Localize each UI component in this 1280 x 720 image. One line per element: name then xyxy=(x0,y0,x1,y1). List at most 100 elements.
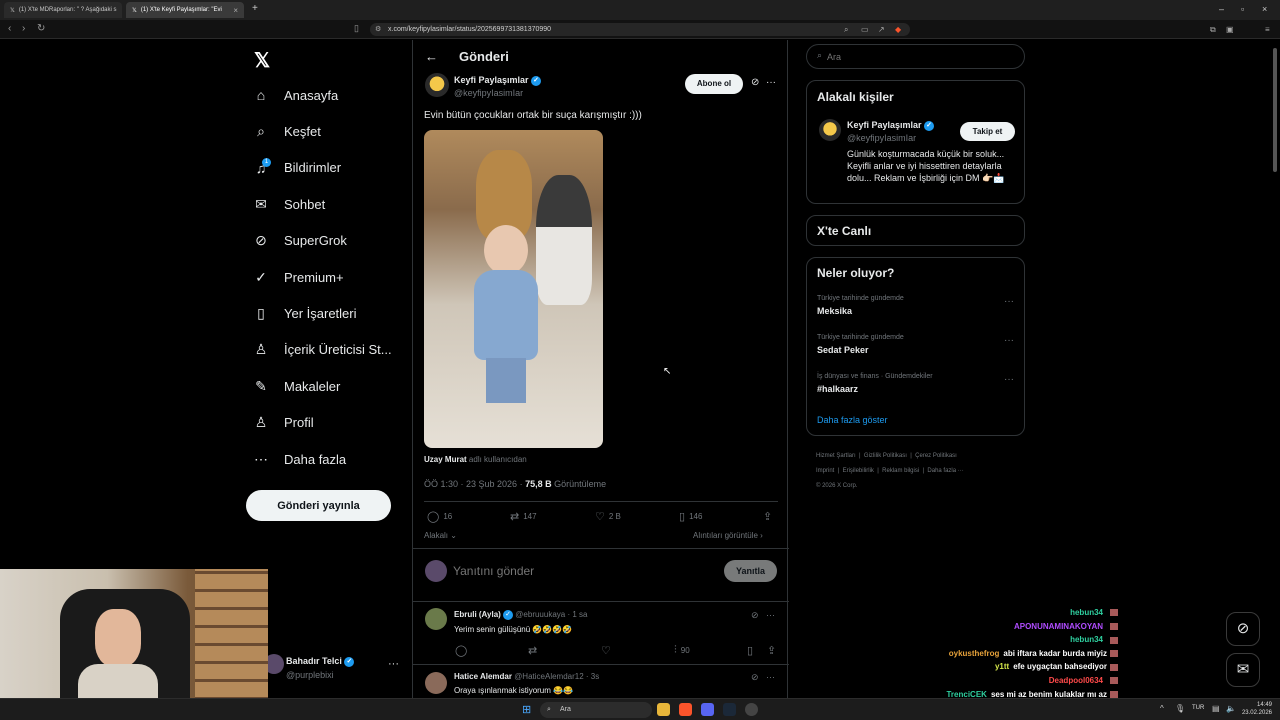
reload-icon[interactable]: ↻ xyxy=(37,23,45,34)
reply-button[interactable]: ◯ 16 xyxy=(427,510,452,523)
x-logo[interactable]: 𝕏 xyxy=(254,48,270,73)
sort-relevant[interactable]: Alakalı ⌄ xyxy=(424,531,457,540)
brave-shield-icon[interactable]: ◆ xyxy=(895,25,901,34)
close-icon[interactable]: × xyxy=(233,6,238,15)
account-switcher[interactable]: Bahadır Telci ✓ @purplebixi ··· xyxy=(264,652,404,682)
more-options-icon[interactable]: ··· xyxy=(766,77,776,88)
reply-avatar[interactable] xyxy=(425,608,447,630)
search-input[interactable] xyxy=(827,49,1007,64)
more-options-icon[interactable]: ··· xyxy=(766,610,775,620)
wallet-icon[interactable]: ▣ xyxy=(1226,25,1234,34)
sidebar-item-5[interactable]: ✓ Premium+ xyxy=(252,264,343,290)
browser-tab-active[interactable]: 𝕏 (1) X'te Keyfi Paylaşımlar: "Evi × xyxy=(126,2,244,18)
footer-link[interactable]: Erişilebilirlik xyxy=(843,468,874,474)
views-button[interactable]: ⫶ 90 xyxy=(674,644,690,657)
sidebar-item-1[interactable]: ⌕ Keşfet xyxy=(252,118,321,144)
more-options-icon[interactable]: ··· xyxy=(1004,296,1014,307)
reply-button[interactable]: ◯ xyxy=(455,644,467,657)
language-indicator[interactable]: TUR xyxy=(1192,705,1204,711)
brave-icon[interactable] xyxy=(679,703,692,716)
grok-fab[interactable]: ⊘ xyxy=(1226,612,1260,646)
show-more-link[interactable]: Daha fazla göster xyxy=(817,415,888,425)
like-button[interactable]: ♡ xyxy=(601,644,611,657)
trend-item[interactable]: İş dünyası ve finans · Gündemdekiler #ha… xyxy=(817,373,933,394)
footer-link[interactable]: Çerez Politikası xyxy=(915,453,957,459)
sidebar-item-3[interactable]: ✉ Sohbet xyxy=(252,191,325,217)
back-arrow-icon[interactable]: ← xyxy=(425,49,438,64)
trend-item[interactable]: Türkiye tarihinde gündemde Sedat Peker xyxy=(817,334,904,355)
page-scrollbar[interactable] xyxy=(1273,48,1277,172)
share-button[interactable]: ⇪ xyxy=(763,510,772,523)
follow-button[interactable]: Takip et xyxy=(960,122,1015,141)
footer-link[interactable]: Imprint xyxy=(816,468,834,474)
back-icon[interactable]: ‹ xyxy=(8,23,11,34)
taskbar-search[interactable]: ⌕ Ara xyxy=(540,702,652,718)
site-info-icon[interactable]: ⚙ xyxy=(375,23,381,36)
footer-link[interactable]: Gizlilik Politikası xyxy=(864,453,907,459)
related-name[interactable]: Keyfi Paylaşımlar ✓ xyxy=(847,120,935,131)
bookmark-button[interactable]: ▯ xyxy=(747,644,753,657)
footer-link[interactable]: Hizmet Şartları xyxy=(816,453,856,459)
footer-link[interactable]: Reklam bilgisi xyxy=(882,468,919,474)
reply-submit-button[interactable]: Yanıtla xyxy=(724,560,777,582)
more-options-icon[interactable]: ··· xyxy=(388,658,399,670)
volume-icon[interactable]: 🔈 xyxy=(1226,704,1236,713)
steam-icon[interactable] xyxy=(723,703,736,716)
sidebar-item-7[interactable]: ♙ İçerik Üreticisi St... xyxy=(252,337,392,363)
reply-author[interactable]: Hatice Alemdar xyxy=(454,672,512,681)
author-handle[interactable]: @keyfipyIasimIar xyxy=(454,88,523,98)
footer-link[interactable]: Daha fazla ··· xyxy=(927,468,963,474)
minimize-icon[interactable]: – xyxy=(1219,4,1224,14)
reply-avatar[interactable] xyxy=(425,672,447,694)
mic-icon[interactable]: 🎙 xyxy=(1175,704,1185,713)
search-box[interactable]: ⌕ xyxy=(806,44,1025,69)
related-handle[interactable]: @keyfipyIasimIar xyxy=(847,133,916,143)
subscribe-button[interactable]: Abone ol xyxy=(685,74,743,94)
more-options-icon[interactable]: ··· xyxy=(1004,374,1014,385)
sidebar-item-2[interactable]: ♫ 1 Bildirimler xyxy=(252,155,341,181)
messages-fab[interactable]: ✉ xyxy=(1226,653,1260,687)
discord-icon[interactable] xyxy=(701,703,714,716)
author-name[interactable]: Keyfi Paylaşımlar ✓ xyxy=(454,75,542,86)
screen-icon[interactable]: ▭ xyxy=(861,25,869,34)
more-options-icon[interactable]: ··· xyxy=(766,672,775,682)
grok-icon[interactable]: ⊘ xyxy=(751,610,759,621)
new-tab-button[interactable]: + xyxy=(252,3,258,14)
start-icon[interactable]: ⊞ xyxy=(522,703,531,716)
post-video[interactable] xyxy=(424,130,603,448)
reply-author[interactable]: Ebruli (Ayla) xyxy=(454,610,501,619)
clock[interactable]: 14:49 23.02.2026 xyxy=(1240,701,1272,717)
restore-icon[interactable]: ▫ xyxy=(1241,4,1244,14)
url-field[interactable]: ⚙ x.com/keyfipylasimlar/status/202569973… xyxy=(370,23,910,36)
media-credit-name[interactable]: Uzay Murat xyxy=(424,455,467,464)
bookmark-page-icon[interactable]: ▯ xyxy=(354,23,359,34)
close-window-icon[interactable]: × xyxy=(1262,4,1267,14)
sidebar-item-6[interactable]: ▯ Yer İşaretleri xyxy=(252,300,356,326)
more-options-icon[interactable]: ··· xyxy=(1004,335,1014,346)
extensions-icon[interactable]: ⧉ xyxy=(1210,25,1216,35)
obs-icon[interactable] xyxy=(745,703,758,716)
view-quotes-link[interactable]: Alıntıları görüntüle › xyxy=(693,531,763,540)
share-button[interactable]: ⇪ xyxy=(767,644,776,657)
sidebar-item-8[interactable]: ✎ Makaleler xyxy=(252,373,340,399)
sidebar-item-0[interactable]: ⌂ Anasayfa xyxy=(252,82,338,108)
sidebar-item-9[interactable]: ♙ Profil xyxy=(252,410,314,436)
reply-input[interactable] xyxy=(453,563,673,579)
bookmark-button[interactable]: ▯ 146 xyxy=(679,510,702,523)
related-avatar[interactable] xyxy=(819,119,841,141)
grok-icon[interactable]: ⊘ xyxy=(751,672,759,683)
file-explorer-icon[interactable] xyxy=(657,703,670,716)
menu-icon[interactable]: ≡ xyxy=(1265,25,1270,34)
tray-chevron-icon[interactable]: ^ xyxy=(1160,704,1164,713)
sidebar-item-10[interactable]: ⋯ Daha fazla xyxy=(252,446,346,472)
repost-button[interactable]: ⇄ 147 xyxy=(510,510,537,523)
author-avatar[interactable] xyxy=(425,73,449,97)
browser-tab[interactable]: 𝕏 (1) X'te MDRaporları: " ? Aşağıdaki s xyxy=(4,2,122,18)
post-button[interactable]: Gönderi yayınla xyxy=(246,490,391,521)
network-icon[interactable]: ▤ xyxy=(1212,704,1220,713)
sidebar-item-4[interactable]: ⊘ SuperGrok xyxy=(252,228,347,254)
live-card[interactable]: X'te Canlı xyxy=(806,215,1025,246)
repost-button[interactable]: ⇄ xyxy=(528,644,537,657)
share-icon[interactable]: ↗ xyxy=(878,25,885,34)
forward-icon[interactable]: › xyxy=(22,23,25,34)
